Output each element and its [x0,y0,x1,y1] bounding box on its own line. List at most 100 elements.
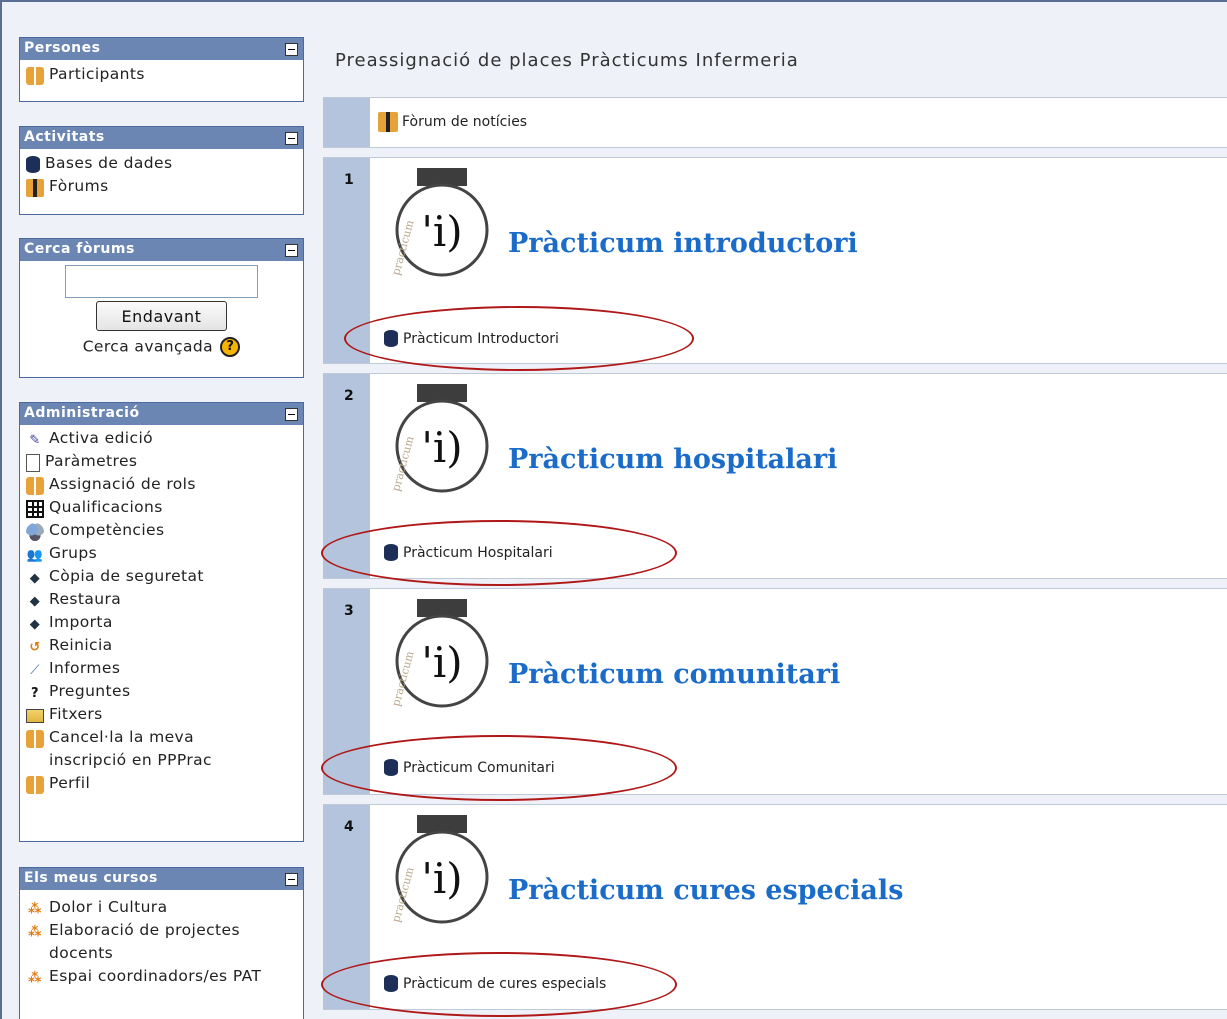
collapse-icon[interactable] [285,244,298,257]
sidebar-item-settings[interactable]: Paràmetres [26,450,297,473]
sidebar-item-databases[interactable]: Bases de dades [26,152,297,175]
settings-icon [26,454,40,472]
profile-icon [26,776,44,794]
sidebar-item-roles[interactable]: Assignació de rols [26,473,297,496]
course-item[interactable]: ⁂ Elaboració de projectes docents [26,919,297,965]
sidebar-item-label: Competències [49,521,165,539]
groups-icon: 👥 [26,547,44,563]
sidebar-item-groups[interactable]: 👥 Grups [26,542,297,565]
section-heading: Pràcticum introductori [508,228,858,259]
sidebar-item-label: Assignació de rols [49,475,196,493]
sidebar-item-reports[interactable]: ⟋ Informes [26,657,297,680]
course-label[interactable]: Elaboració de projectes docents [49,919,269,965]
sidebar-item-import[interactable]: ◆ Importa [26,611,297,634]
forum-icon [378,112,398,132]
sidebar-item-restore[interactable]: ◆ Restaura [26,588,297,611]
sidebar-item-label: Perfil [49,774,91,792]
collapse-icon[interactable] [285,408,298,421]
reset-icon: ↺ [29,639,41,655]
svg-text:'i): 'i) [421,638,462,687]
svg-text:'i): 'i) [421,207,462,256]
practicum-logo: 'i) practicum [389,384,489,493]
sidebar-item-questions[interactable]: ? Preguntes [26,680,297,703]
sidebar-item-label: Informes [49,659,121,677]
annotation-ellipse [321,735,677,801]
collapse-icon[interactable] [285,43,298,56]
sidebar-item-label: Cancel·la la meva inscripció en PPPrac [49,728,212,769]
search-input[interactable] [65,265,258,298]
backup-icon: ◆ [29,570,41,586]
sidebar-item-grades[interactable]: Qualificacions [26,496,297,519]
course-item[interactable]: ⁂ Dolor i Cultura [26,896,297,919]
section-heading: Pràcticum hospitalari [508,444,838,475]
practicum-logo: 'i) practicum [389,599,489,708]
roles-icon [26,477,44,495]
outcomes-icon [26,523,44,541]
course-label[interactable]: Dolor i Cultura [49,896,167,919]
section-number: 2 [344,388,354,404]
block-administration: Administració ✎ Activa edició Paràmetres … [19,402,304,842]
block-activitats: Activitats Bases de dades Fòrums [19,126,304,215]
block-title: Activitats [24,129,105,145]
collapse-icon[interactable] [285,132,298,145]
sidebar-item-label: Reinicia [49,636,113,654]
svg-text:'i): 'i) [421,423,462,472]
sidebar-item-label: Paràmetres [45,452,138,470]
sidebar-item-reset[interactable]: ↺ Reinicia [26,634,297,657]
activity-label[interactable]: Fòrum de notícies [402,114,527,130]
collapse-icon[interactable] [285,873,298,886]
sidebar-item-label: Preguntes [49,682,131,700]
grades-icon [26,500,44,518]
sidebar-item-label: Fòrums [49,177,109,195]
practicum-logo: 'i) practicum [389,168,489,277]
news-forum-link[interactable]: Fòrum de notícies [378,112,527,132]
svg-text:'i): 'i) [421,854,462,903]
section-number: 4 [344,819,354,835]
questions-icon: ? [31,685,39,701]
block-header: Cerca fòrums [20,239,303,261]
advanced-search-link[interactable]: Cerca avançada ? [20,337,303,357]
annotation-ellipse [321,952,677,1017]
block-title: Els meus cursos [24,870,158,886]
sidebar-item-label: Fitxers [49,705,103,723]
search-button[interactable]: Endavant [96,301,227,331]
sidebar-item-label: Grups [49,544,98,562]
advanced-search-label[interactable]: Cerca avançada [83,338,213,356]
database-icon [26,156,40,173]
sidebar-item-label: Restaura [49,590,122,608]
sidebar-item-label: Bases de dades [45,154,173,172]
sidebar-item-backup[interactable]: ◆ Còpia de seguretat [26,565,297,588]
block-header: Persones [20,38,303,60]
block-header: Administració [20,403,303,425]
course-icon: ⁂ [28,901,42,917]
sidebar-item-label: Importa [49,613,113,631]
sidebar-item-label: Activa edició [49,429,154,447]
block-title: Administració [24,405,140,421]
forum-icon [26,179,44,197]
sidebar-item-forums[interactable]: Fòrums [26,175,297,198]
sidebar-item-label: Participants [49,65,145,83]
sidebar-item-edit[interactable]: ✎ Activa edició [26,427,297,450]
sidebar-item-unenrol[interactable]: Cancel·la la meva inscripció en PPPrac [26,726,297,772]
course-item[interactable]: ⁂ Espai coordinadors/es PAT [26,965,297,988]
sidebar-item-profile[interactable]: Perfil [26,772,297,795]
block-title: Cerca fòrums [24,241,135,257]
block-my-courses: Els meus cursos ⁂ Dolor i Cultura ⁂ Elabor… [19,867,304,1019]
sidebar-item-outcomes[interactable]: Competències [26,519,297,542]
sidebar-item-files[interactable]: Fitxers [26,703,297,726]
section-heading: Pràcticum comunitari [508,659,841,690]
section-number: 3 [344,603,354,619]
course-icon: ⁂ [28,924,42,940]
people-icon [26,67,44,85]
folder-icon [26,709,44,723]
course-label[interactable]: Espai coordinadors/es PAT [49,965,269,988]
unenrol-icon [26,730,44,748]
block-header: Els meus cursos [20,868,303,890]
restore-icon: ◆ [29,593,41,609]
help-icon[interactable]: ? [220,337,241,357]
import-icon: ◆ [29,616,41,632]
practicum-logo: 'i) practicum [389,815,489,924]
sidebar-item-participants[interactable]: Participants [26,63,297,86]
section-side [323,98,370,147]
section-number: 1 [344,172,354,188]
